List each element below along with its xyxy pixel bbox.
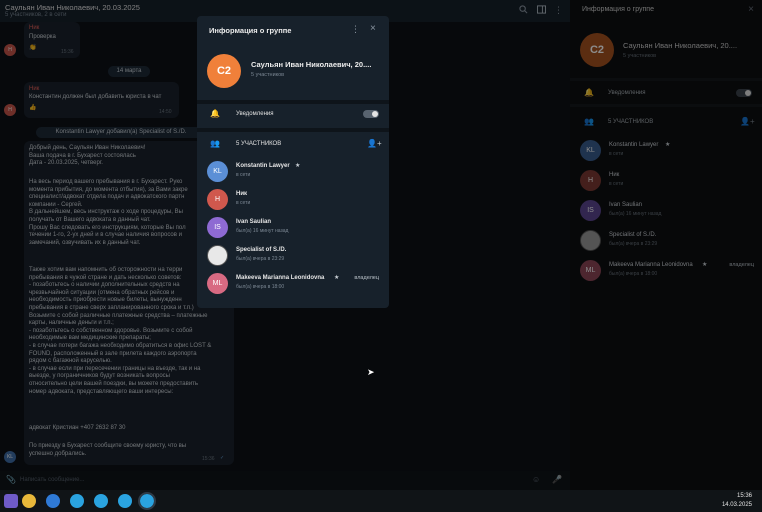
member-status: в сети bbox=[236, 172, 251, 178]
group-avatar[interactable]: С2 bbox=[207, 54, 241, 88]
notifications-toggle[interactable] bbox=[363, 110, 379, 118]
member-avatar[interactable] bbox=[207, 245, 228, 266]
member-row[interactable]: Н Ник в сети bbox=[197, 187, 389, 215]
app-icon[interactable] bbox=[4, 494, 18, 508]
star-icon: ★ bbox=[334, 275, 340, 281]
close-icon[interactable]: × bbox=[370, 23, 376, 34]
member-status: был(а) вчера в 18:00 bbox=[236, 284, 285, 290]
member-avatar[interactable]: IS bbox=[207, 217, 228, 238]
member-avatar[interactable]: ML bbox=[207, 273, 228, 294]
member-row[interactable]: ML Makeeva Marianna Leonidovna ★ был(а) вче… bbox=[197, 271, 389, 299]
members-header: 5 УЧАСТНИКОВ bbox=[236, 141, 282, 147]
member-avatar[interactable]: Н bbox=[207, 189, 228, 210]
member-avatar[interactable]: KL bbox=[207, 161, 228, 182]
member-row[interactable]: IS Ivan Saulian был(а) 16 минут назад bbox=[197, 215, 389, 243]
members-header-row: 👥 5 УЧАСТНИКОВ 👤+ bbox=[197, 136, 389, 152]
clock-date[interactable]: 14.03.2025 bbox=[722, 502, 752, 508]
clock-time[interactable]: 15:36 bbox=[737, 493, 752, 499]
chrome-icon[interactable] bbox=[22, 494, 36, 508]
members-icon: 👥 bbox=[210, 139, 220, 148]
group-member-count: 5 участников bbox=[251, 72, 285, 78]
add-member-icon[interactable]: 👤+ bbox=[367, 139, 382, 149]
member-row[interactable]: KL Konstantin Lawyer ★ в сети bbox=[197, 159, 389, 187]
mouse-cursor-icon: ➤ bbox=[367, 367, 375, 377]
group-info-dialog: Информация о группе ⋮ × С2 Саульян Иван … bbox=[197, 16, 389, 308]
dialog-title: Информация о группе bbox=[209, 26, 292, 35]
member-name: Ivan Saulian bbox=[236, 219, 272, 225]
member-name: Ник bbox=[236, 191, 248, 197]
member-row[interactable]: Specialist of S./D. был(а) вчера в 23:29 bbox=[197, 243, 389, 271]
more-icon[interactable]: ⋮ bbox=[351, 24, 360, 35]
edge-icon[interactable] bbox=[46, 494, 60, 508]
member-name: Makeeva Marianna Leonidovna bbox=[236, 275, 325, 281]
bell-icon: 🔔 bbox=[210, 109, 220, 118]
member-role: владелец bbox=[354, 275, 379, 281]
divider bbox=[197, 128, 389, 132]
star-icon: ★ bbox=[295, 163, 301, 169]
telegram-icon[interactable] bbox=[118, 494, 132, 508]
group-name: Саульян Иван Николаевич, 20.... bbox=[251, 60, 372, 69]
telegram-icon[interactable] bbox=[138, 492, 156, 510]
member-status: был(а) вчера в 23:29 bbox=[236, 256, 285, 262]
member-status: был(а) 16 минут назад bbox=[236, 228, 289, 234]
member-status: в сети bbox=[236, 200, 251, 206]
telegram-icon[interactable] bbox=[70, 494, 84, 508]
notifications-row[interactable]: 🔔 Уведомления bbox=[197, 104, 389, 124]
member-name: Konstantin Lawyer bbox=[236, 163, 290, 169]
taskbar: 15:36 14.03.2025 bbox=[0, 490, 762, 512]
notifications-label: Уведомления bbox=[236, 111, 274, 117]
member-name: Specialist of S./D. bbox=[236, 247, 287, 253]
telegram-icon[interactable] bbox=[94, 494, 108, 508]
